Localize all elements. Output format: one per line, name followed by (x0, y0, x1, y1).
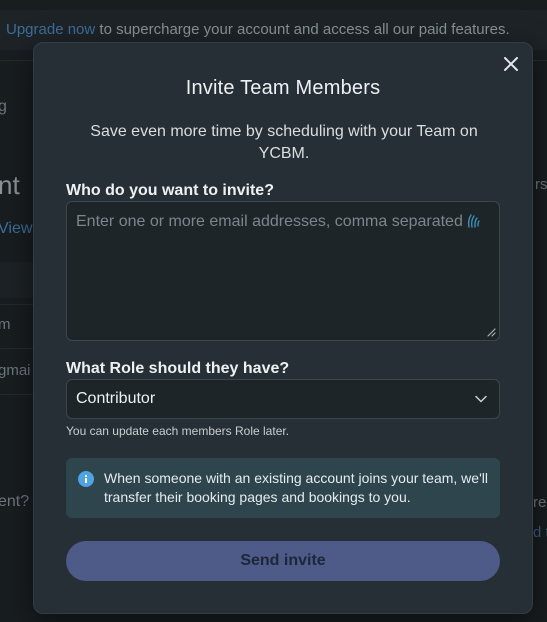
modal-subtitle: Save even more time by scheduling with y… (90, 123, 478, 162)
bg-fragment: m (0, 316, 11, 333)
bg-fragment: re (533, 494, 547, 511)
bg-fragment: ent? (0, 493, 30, 510)
bg-fragment: d t (533, 524, 547, 541)
role-label: What Role should they have? (66, 360, 290, 377)
close-button[interactable] (499, 52, 523, 76)
bg-fragment: gmai (0, 362, 31, 379)
role-select-value: Contributor (76, 390, 156, 407)
bg-view-link[interactable]: View (0, 220, 32, 238)
email-field-container (66, 201, 500, 341)
upgrade-link[interactable]: Upgrade now (6, 21, 95, 38)
invite-modal: Invite Team Members Save even more time … (33, 42, 533, 614)
password-manager-icon[interactable] (465, 213, 481, 229)
email-field[interactable] (67, 202, 499, 340)
bg-fragment: rs (535, 176, 547, 193)
close-icon[interactable] (504, 57, 518, 71)
role-select[interactable]: Contributor (66, 379, 500, 419)
role-hint: You can update each members Role later. (66, 424, 290, 438)
info-text: When someone with an existing account jo… (104, 470, 488, 505)
modal-title: Invite Team Members (185, 77, 381, 99)
upgrade-banner-text: to supercharge your account and access a… (95, 21, 510, 38)
bg-fragment: g (0, 98, 7, 115)
bg-heading-fragment: nt (0, 170, 20, 200)
resize-handle-icon[interactable] (486, 327, 496, 337)
invite-label: Who do you want to invite? (66, 182, 274, 199)
info-icon (78, 471, 94, 487)
info-banner: When someone with an existing account jo… (66, 458, 500, 518)
send-invite-button[interactable]: Send invite (66, 541, 500, 581)
chevron-down-icon (475, 395, 487, 403)
